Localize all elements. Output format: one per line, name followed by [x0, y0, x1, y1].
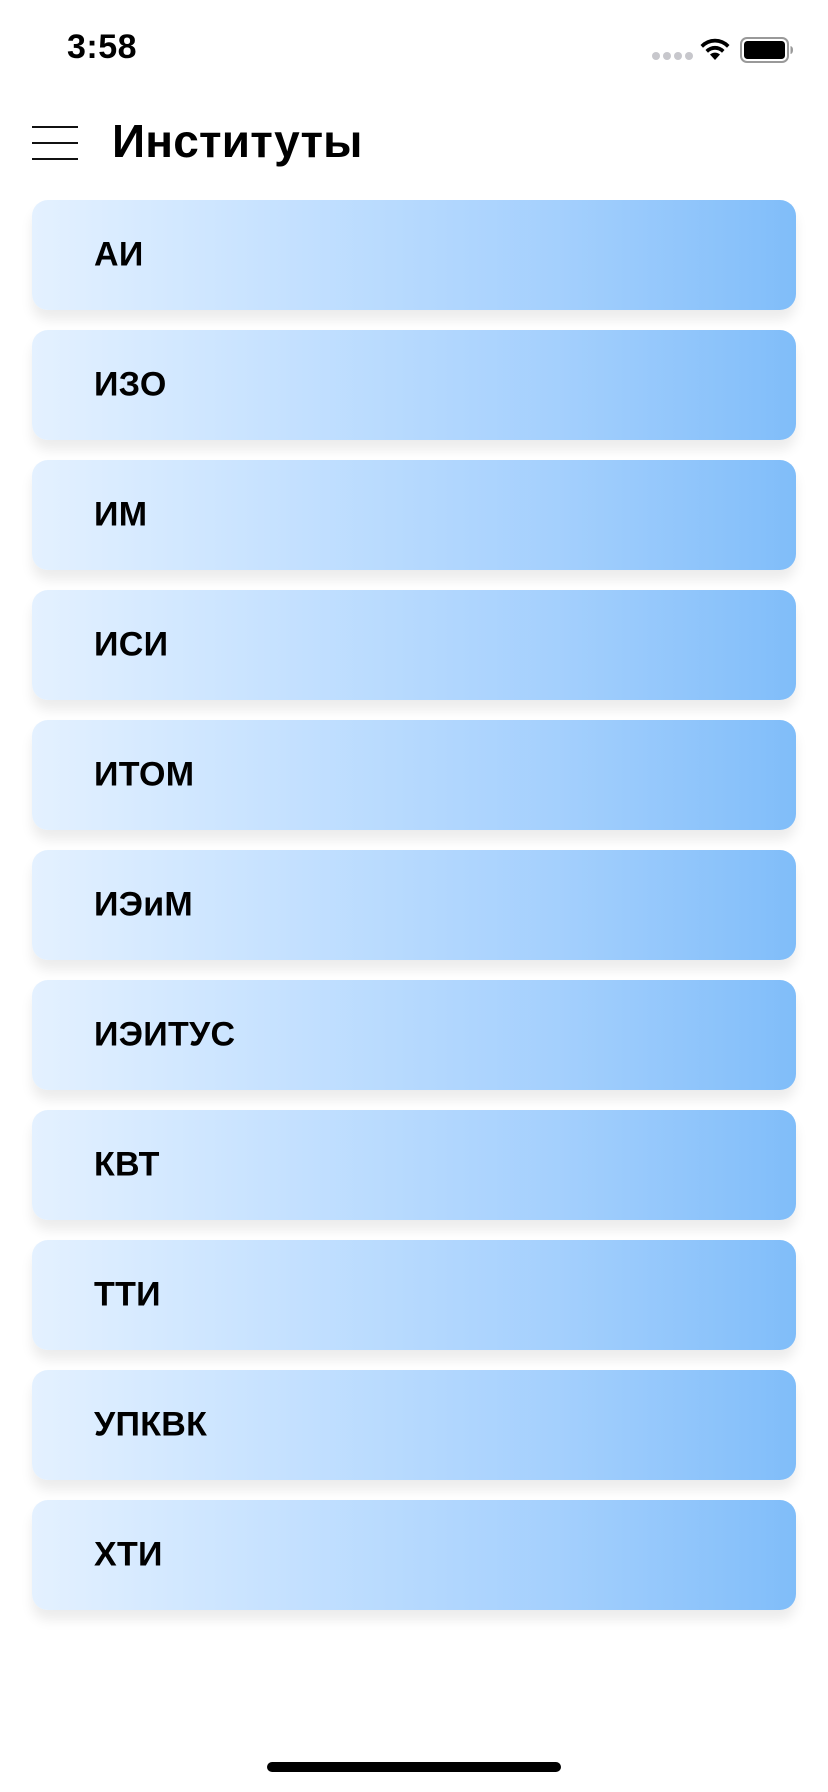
signal-dots-icon [652, 52, 693, 60]
list-item-label: УПКВК [94, 1405, 208, 1444]
battery-icon [740, 37, 793, 63]
list-item-label: ИЭИТУС [94, 1015, 236, 1054]
status-time: 3:58 [67, 28, 138, 66]
list-item[interactable]: КВТ [32, 1110, 796, 1220]
status-bar: 3:58 [0, 0, 828, 100]
list-item[interactable]: ХТИ [32, 1500, 796, 1610]
list-item[interactable]: АИ [32, 200, 796, 310]
list-item[interactable]: ТТИ [32, 1240, 796, 1350]
header: Институты [0, 100, 828, 188]
list-item[interactable]: УПКВК [32, 1370, 796, 1480]
institutes-list: АИ ИЗО ИМ ИСИ ИТОМ ИЭиМ ИЭИТУС КВТ ТТИ У… [32, 200, 796, 1630]
list-item-label: ИЗО [94, 365, 167, 404]
wifi-icon [700, 38, 730, 60]
list-item-label: ИЭиМ [94, 885, 194, 924]
list-item[interactable]: ИТОМ [32, 720, 796, 830]
list-item-label: АИ [94, 235, 144, 274]
hamburger-menu-icon[interactable] [32, 126, 78, 160]
list-item[interactable]: ИЭИТУС [32, 980, 796, 1090]
list-item-label: ТТИ [94, 1275, 161, 1314]
list-item[interactable]: ИЭиМ [32, 850, 796, 960]
list-item-label: ИСИ [94, 625, 169, 664]
list-item[interactable]: ИЗО [32, 330, 796, 440]
list-item[interactable]: ИСИ [32, 590, 796, 700]
list-item-label: КВТ [94, 1145, 160, 1184]
list-item[interactable]: ИМ [32, 460, 796, 570]
list-item-label: ИТОМ [94, 755, 195, 794]
list-item-label: ХТИ [94, 1535, 163, 1574]
page-title: Институты [112, 115, 363, 167]
list-item-label: ИМ [94, 495, 148, 534]
home-indicator[interactable] [267, 1762, 561, 1772]
